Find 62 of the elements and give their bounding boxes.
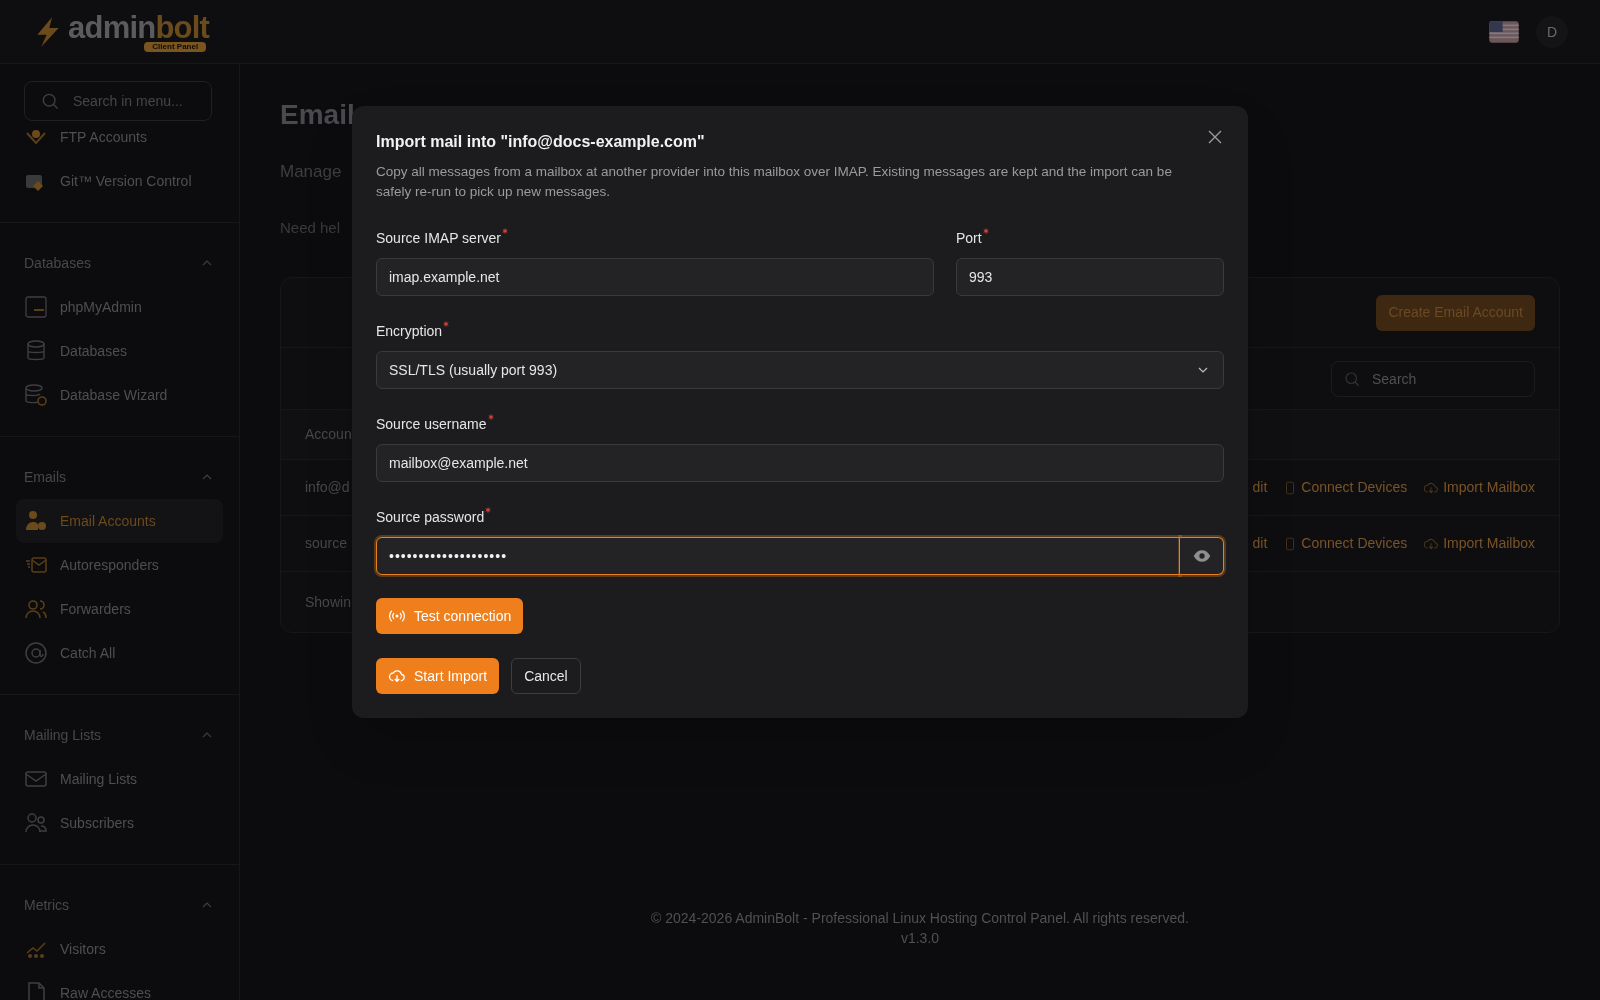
sidebar-item[interactable]: Autoresponders bbox=[16, 543, 223, 587]
sidebar-item[interactable]: Mailing Lists bbox=[16, 757, 223, 801]
copyright-text: © 2024-2026 AdminBolt - Professional Linux Hosting Control Panel. All rights reserved. bbox=[651, 909, 1189, 928]
input-field[interactable]: imap.example.net bbox=[376, 258, 934, 296]
field-label: Source IMAP server bbox=[376, 229, 501, 248]
at-sign-icon bbox=[24, 641, 48, 665]
search-icon bbox=[40, 91, 60, 111]
search-icon bbox=[1343, 369, 1361, 388]
database-icon bbox=[24, 383, 48, 407]
input-field[interactable]: mailbox@example.net bbox=[376, 444, 1224, 482]
edit-link[interactable]: dit bbox=[1252, 477, 1268, 498]
section-heading: Databases bbox=[24, 253, 91, 273]
sidebar-item[interactable]: Subscribers bbox=[16, 801, 223, 845]
table-cell-text: info@d bbox=[305, 478, 350, 497]
column-header: Accoun bbox=[305, 425, 352, 444]
page-title: Email bbox=[280, 98, 355, 132]
test-connection-button[interactable]: Test connection bbox=[376, 598, 524, 634]
password-field[interactable]: •••••••••••••••••••• bbox=[376, 537, 1180, 575]
sidebar-item[interactable]: Email Accounts bbox=[16, 499, 223, 543]
users-icon bbox=[24, 811, 48, 835]
close-icon bbox=[1206, 128, 1224, 146]
version-text: v1.3.0 bbox=[900, 929, 940, 948]
sidebar-item[interactable]: Raw Accesses bbox=[16, 971, 223, 1000]
start-import-button[interactable]: Start Import bbox=[376, 658, 500, 694]
logo-badge: Client Panel bbox=[144, 41, 207, 52]
field-label: Port bbox=[956, 229, 982, 248]
users-icon bbox=[24, 597, 48, 621]
database-icon bbox=[24, 339, 48, 363]
table-cell-text: source bbox=[305, 534, 348, 553]
section-heading: Metrics bbox=[24, 895, 70, 915]
user-check-icon bbox=[24, 509, 48, 533]
table-search-field[interactable]: Search bbox=[1331, 360, 1535, 397]
import-mailbox-link[interactable]: Import Mailbox bbox=[1423, 533, 1535, 554]
cloud-download-icon bbox=[388, 667, 406, 685]
menu-search-field[interactable]: Search in menu... bbox=[24, 81, 212, 121]
sidebar-item[interactable]: phpMyAdmin bbox=[16, 285, 223, 329]
section-heading: Emails bbox=[24, 467, 66, 487]
sidebar-item[interactable]: Databases bbox=[16, 329, 223, 373]
show-password-button[interactable] bbox=[1180, 537, 1224, 575]
field-label: Source username bbox=[376, 415, 487, 434]
cancel-button[interactable]: Cancel bbox=[511, 658, 581, 694]
dialog-description: Copy all messages from a mailbox at another provider into this mailbox over IMAP. Existing messages are kept and the import can be safely re-run to pick up new messages. bbox=[376, 163, 1173, 201]
edit-link[interactable]: dit bbox=[1252, 533, 1268, 554]
dialog-title: Import mail into "info@docs-example.com" bbox=[376, 132, 705, 152]
user-avatar[interactable]: D bbox=[1536, 15, 1568, 48]
logo-wordmark: adminbolt bbox=[68, 11, 210, 43]
import-mailbox-link[interactable]: Import Mailbox bbox=[1423, 477, 1535, 498]
table-footer-text: Showin bbox=[305, 592, 351, 612]
section-heading: Mailing Lists bbox=[24, 725, 102, 745]
sidebar-item[interactable]: FTP Accounts bbox=[16, 125, 223, 159]
encryption-select[interactable]: SSL/TLS (usually port 993) bbox=[376, 351, 1224, 389]
sidebar-item[interactable]: Database Wizard bbox=[16, 373, 223, 417]
sidebar-item[interactable]: Git™ Version Control bbox=[16, 159, 223, 203]
input-field[interactable]: 993 bbox=[956, 258, 1224, 296]
sidebar-item[interactable]: Visitors bbox=[16, 927, 223, 971]
sidebar-item[interactable]: Catch All bbox=[16, 631, 223, 675]
code-window-icon bbox=[24, 295, 48, 319]
connect-devices-link[interactable]: Connect Devices bbox=[1283, 533, 1408, 554]
field-label: Encryption bbox=[376, 322, 443, 341]
field-label: Source password bbox=[376, 508, 485, 527]
connect-devices-link[interactable]: Connect Devices bbox=[1283, 477, 1408, 498]
sidebar-item[interactable]: Forwarders bbox=[16, 587, 223, 631]
